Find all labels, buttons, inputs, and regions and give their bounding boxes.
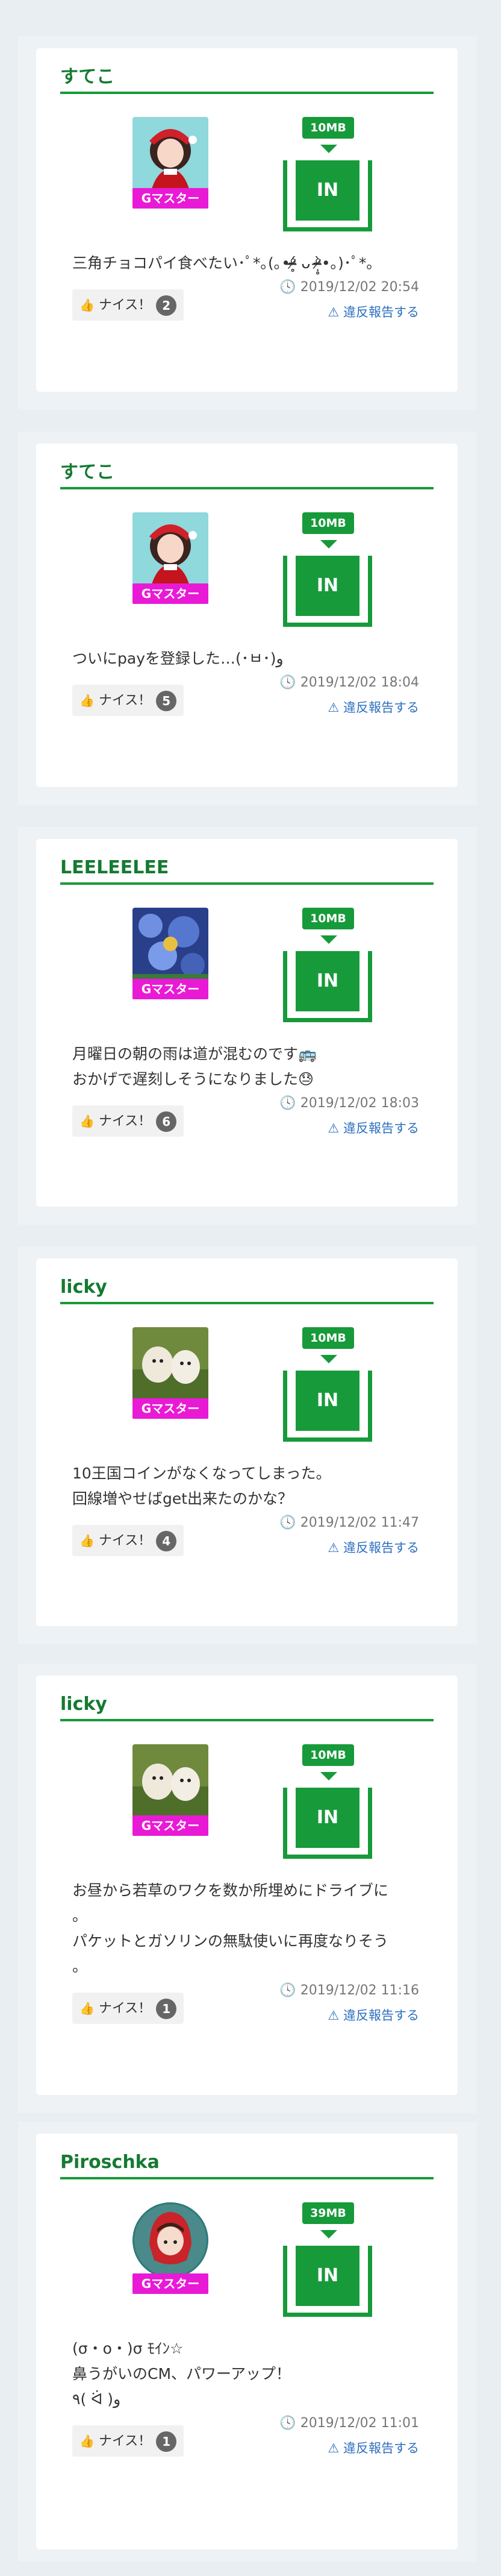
post-header: Piroschka <box>60 2134 434 2179</box>
nice-count: 2 <box>156 295 177 316</box>
post-text: 月曜日の朝の雨は道が混むのです🚌 おかげで遅刻しそうになりました😓 <box>72 1045 317 1088</box>
nice-button[interactable]: 👍 ナイス！ 4 <box>72 1525 184 1556</box>
thumbs-up-icon: 👍 <box>79 1533 95 1548</box>
down-arrow-icon <box>320 2230 337 2238</box>
nice-count: 4 <box>156 1531 177 1551</box>
gift-in-icon: IN <box>283 1788 372 1859</box>
gmaster-badge: Gマスター <box>132 1815 208 1836</box>
nice-count: 1 <box>156 1999 177 2019</box>
post-card: licky Gマスター 10MB IN 10王国コインがなくなってしまった。 回… <box>36 1258 458 1626</box>
post-date: 🕓 2019/12/02 18:03 <box>279 1096 419 1111</box>
warning-icon: ⚠ <box>328 1541 340 1555</box>
post-card: すてこ Gマスター 10MB IN ついにpayを登録した…(･ㅂ･)و 👍 ナ… <box>36 444 458 787</box>
post-card: LEELEELEE Gマスター 10MB IN 月曜日の朝の雨は道が混むのです🚌… <box>36 839 458 1207</box>
warning-icon: ⚠ <box>328 2008 340 2023</box>
report-link[interactable]: ⚠ 違反報告する <box>328 1119 419 1137</box>
user-avatar[interactable] <box>132 1327 208 1403</box>
user-avatar[interactable] <box>132 908 208 984</box>
post-header: licky <box>60 1676 434 1721</box>
nice-count: 1 <box>156 2431 177 2452</box>
nice-button[interactable]: 👍 ナイス！ 5 <box>72 685 184 716</box>
down-arrow-icon <box>320 935 337 944</box>
nice-button[interactable]: 👍 ナイス！ 2 <box>72 289 184 321</box>
user-avatar[interactable] <box>132 1744 208 1820</box>
thumbs-up-icon: 👍 <box>79 1114 95 1128</box>
gift-in-icon: IN <box>283 160 372 231</box>
gift-in-icon: IN <box>283 556 372 627</box>
post-header: LEELEELEE <box>60 839 434 885</box>
nice-count: 5 <box>156 691 177 711</box>
report-link[interactable]: ⚠ 違反報告する <box>328 1538 419 1556</box>
report-link[interactable]: ⚠ 違反報告する <box>328 303 419 321</box>
down-arrow-icon <box>320 1355 337 1363</box>
mb-amount-tag: 10MB <box>302 908 354 929</box>
gift-in-icon: IN <box>283 2246 372 2317</box>
gmaster-badge: Gマスター <box>132 188 208 209</box>
down-arrow-icon <box>320 540 337 548</box>
post-date: 🕓 2019/12/02 11:01 <box>279 2416 419 2431</box>
gmaster-badge: Gマスター <box>132 979 208 999</box>
down-arrow-icon <box>320 1772 337 1780</box>
post-date: 🕓 2019/12/02 18:04 <box>279 675 419 690</box>
user-avatar[interactable] <box>132 512 208 588</box>
user-name-link[interactable]: すてこ <box>60 460 434 485</box>
user-name-link[interactable]: すてこ <box>60 65 434 89</box>
nice-button[interactable]: 👍 ナイス！ 6 <box>72 1105 184 1137</box>
mb-amount-tag: 10MB <box>302 1327 354 1349</box>
gmaster-badge: Gマスター <box>132 1398 208 1419</box>
warning-icon: ⚠ <box>328 305 340 319</box>
user-name-link[interactable]: licky <box>60 1692 434 1717</box>
post-header: licky <box>60 1258 434 1304</box>
post-card: Piroschka Gマスター 39MB IN (σ・ο・)σ ﾓｲﾝ☆ 鼻うが… <box>36 2134 458 2549</box>
warning-icon: ⚠ <box>328 700 340 715</box>
post-header: すてこ <box>60 48 434 94</box>
post-card: licky Gマスター 10MB IN お昼から若草のワクを数か所埋めにドライブ… <box>36 1676 458 2095</box>
mb-amount-tag: 10MB <box>302 117 354 139</box>
user-avatar[interactable] <box>132 2202 208 2278</box>
user-name-link[interactable]: LEELEELEE <box>60 856 434 880</box>
post-date: 🕓 2019/12/02 11:16 <box>279 1983 419 1998</box>
thumbs-up-icon: 👍 <box>79 2434 95 2448</box>
mb-amount-tag: 10MB <box>302 512 354 534</box>
gmaster-badge: Gマスター <box>132 583 208 604</box>
post-card: すてこ Gマスター 10MB IN 三角チョコパイ食べたい･ﾟ*｡(｡•ᵒ̴̶̷… <box>36 48 458 392</box>
post-text: (σ・ο・)σ ﾓｲﾝ☆ 鼻うがいのCM、パワーアップ！ ٩( ᐛ )و <box>72 2340 291 2408</box>
warning-icon: ⚠ <box>328 2441 340 2455</box>
report-link[interactable]: ⚠ 違反報告する <box>328 2439 419 2457</box>
gift-in-icon: IN <box>283 951 372 1022</box>
warning-icon: ⚠ <box>328 1121 340 1136</box>
user-name-link[interactable]: licky <box>60 1275 434 1299</box>
post-text: お昼から若草のワクを数か所埋めにドライブに 。 パケットとガソリンの無駄使いに再… <box>72 1882 389 1975</box>
thumbs-up-icon: 👍 <box>79 298 95 312</box>
post-header: すてこ <box>60 444 434 489</box>
mb-amount-tag: 39MB <box>302 2202 354 2224</box>
report-link[interactable]: ⚠ 違反報告する <box>328 2006 419 2024</box>
user-avatar[interactable] <box>132 117 208 193</box>
mb-amount-tag: 10MB <box>302 1744 354 1766</box>
gmaster-badge: Gマスター <box>132 2273 208 2294</box>
user-name-link[interactable]: Piroschka <box>60 2150 434 2175</box>
thumbs-up-icon: 👍 <box>79 693 95 708</box>
nice-button[interactable]: 👍 ナイス！ 1 <box>72 1993 184 2024</box>
post-text: 10王国コインがなくなってしまった。 回線増やせばget出来たのかな？ <box>72 1465 331 1507</box>
gift-in-icon: IN <box>283 1371 372 1442</box>
report-link[interactable]: ⚠ 違反報告する <box>328 698 419 716</box>
post-date: 🕓 2019/12/02 20:54 <box>279 280 419 295</box>
thumbs-up-icon: 👍 <box>79 2001 95 2015</box>
down-arrow-icon <box>320 145 337 153</box>
post-date: 🕓 2019/12/02 11:47 <box>279 1515 419 1530</box>
nice-button[interactable]: 👍 ナイス！ 1 <box>72 2425 184 2457</box>
nice-count: 6 <box>156 1111 177 1132</box>
